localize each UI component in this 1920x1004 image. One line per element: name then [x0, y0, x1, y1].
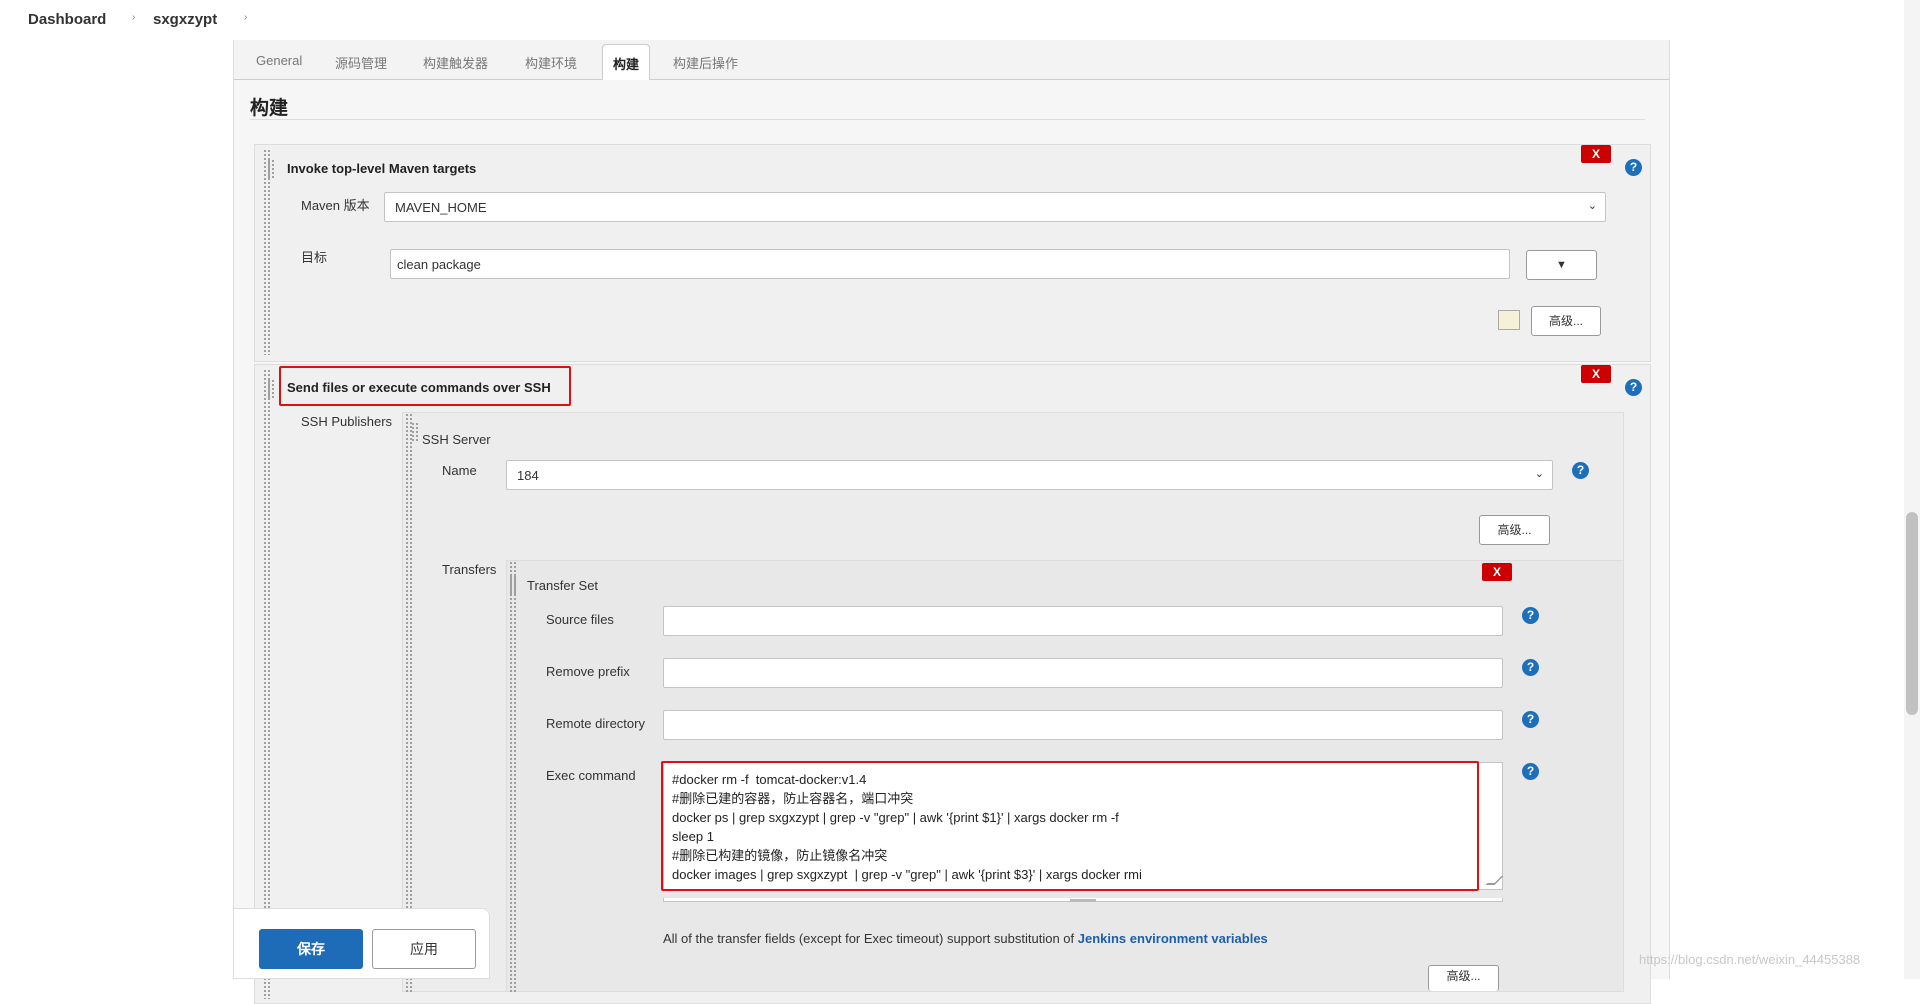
drag-handle-icon[interactable]	[267, 379, 275, 399]
maven-version-label: Maven 版本	[301, 198, 370, 213]
drag-handle-icon[interactable]	[267, 159, 275, 179]
source-files-label: Source files	[546, 612, 614, 627]
substitution-note-text: All of the transfer fields (except for E…	[663, 931, 1078, 946]
drag-handle[interactable]	[263, 149, 271, 355]
section-title: 构建	[250, 98, 289, 119]
drag-handle-icon[interactable]	[509, 575, 517, 595]
tab-scm[interactable]: 源码管理	[335, 53, 387, 72]
ssh-publishers-label: SSH Publishers	[301, 414, 393, 429]
maven-step-title: Invoke top-level Maven targets	[287, 161, 477, 176]
jenkins-env-vars-link[interactable]: Jenkins environment variables	[1078, 931, 1268, 946]
scrollbar-thumb[interactable]	[1906, 512, 1918, 715]
help-icon[interactable]: ?	[1572, 462, 1589, 479]
breadcrumb-dashboard[interactable]: Dashboard	[28, 11, 106, 28]
remote-directory-label: Remote directory	[546, 716, 645, 731]
delete-step-button[interactable]: X	[1581, 365, 1611, 383]
tab-general[interactable]: General	[256, 53, 302, 68]
divider	[250, 119, 1645, 120]
save-button[interactable]: 保存	[259, 929, 363, 969]
maven-version-select[interactable]: MAVEN_HOME ⌄	[384, 192, 1606, 222]
remove-prefix-input[interactable]	[663, 658, 1503, 688]
config-tabs: General 源码管理 构建触发器 构建环境 构建 构建后操作	[234, 40, 1669, 80]
tab-build[interactable]: 构建	[602, 44, 651, 80]
transfers-label: Transfers	[442, 562, 497, 577]
ssh-server-label: SSH Server	[422, 432, 491, 447]
substitution-note: All of the transfer fields (except for E…	[663, 931, 1268, 946]
goals-dropdown-button[interactable]: ▼	[1526, 250, 1597, 280]
maven-version-value: MAVEN_HOME	[395, 200, 487, 215]
highlight-box	[661, 761, 1479, 891]
ssh-name-value: 184	[517, 468, 539, 483]
breadcrumb-project[interactable]: sxgxzypt	[153, 11, 217, 28]
expander-grip-icon[interactable]	[1070, 899, 1096, 902]
drag-handle[interactable]	[405, 413, 413, 993]
delete-transfer-button[interactable]: X	[1482, 563, 1512, 581]
config-panel: General 源码管理 构建触发器 构建环境 构建 构建后操作 构建 Invo…	[233, 40, 1670, 1004]
chevron-right-icon[interactable]: ›	[244, 12, 247, 23]
drag-handle[interactable]	[509, 561, 517, 993]
transfer-set-label: Transfer Set	[527, 578, 599, 593]
drag-handle-icon[interactable]	[411, 422, 419, 442]
help-icon[interactable]: ?	[1522, 711, 1539, 728]
apply-button[interactable]: 应用	[372, 929, 476, 969]
help-icon[interactable]: ?	[1625, 159, 1642, 176]
bottom-action-bar: 保存 应用	[233, 908, 490, 979]
ssh-advanced-button[interactable]: 高级...	[1479, 515, 1550, 545]
edit-icon[interactable]	[1498, 310, 1520, 330]
drag-handle[interactable]	[263, 369, 271, 999]
goals-label: 目标	[301, 250, 328, 265]
ssh-name-select[interactable]: 184 ⌄	[506, 460, 1553, 490]
help-icon[interactable]: ?	[1522, 659, 1539, 676]
tab-build-env[interactable]: 构建环境	[525, 53, 577, 72]
scrollbar[interactable]	[1904, 0, 1920, 979]
tab-triggers[interactable]: 构建触发器	[423, 53, 488, 72]
goals-input[interactable]: clean package	[390, 249, 1510, 279]
maven-advanced-button[interactable]: 高级...	[1531, 306, 1601, 336]
remote-directory-input[interactable]	[663, 710, 1503, 740]
tab-post-build[interactable]: 构建后操作	[673, 53, 738, 72]
help-icon[interactable]: ?	[1522, 607, 1539, 624]
name-label: Name	[442, 463, 477, 478]
chevron-right-icon: ›	[132, 12, 136, 23]
help-icon[interactable]: ?	[1625, 379, 1642, 396]
breadcrumb: Dashboard › sxgxzypt ›	[0, 0, 1920, 40]
chevron-down-icon: ⌄	[1534, 468, 1544, 480]
exec-command-label: Exec command	[546, 768, 636, 783]
help-icon[interactable]: ?	[1522, 763, 1539, 780]
transfer-advanced-button[interactable]: 高级...	[1428, 965, 1499, 991]
delete-step-button[interactable]: X	[1581, 145, 1611, 163]
chevron-down-icon: ⌄	[1587, 200, 1597, 212]
remove-prefix-label: Remove prefix	[546, 664, 630, 679]
source-files-input[interactable]	[663, 606, 1503, 636]
ssh-step-title: Send files or execute commands over SSH	[287, 380, 551, 395]
watermark: https://blog.csdn.net/weixin_44455388	[1639, 952, 1861, 967]
